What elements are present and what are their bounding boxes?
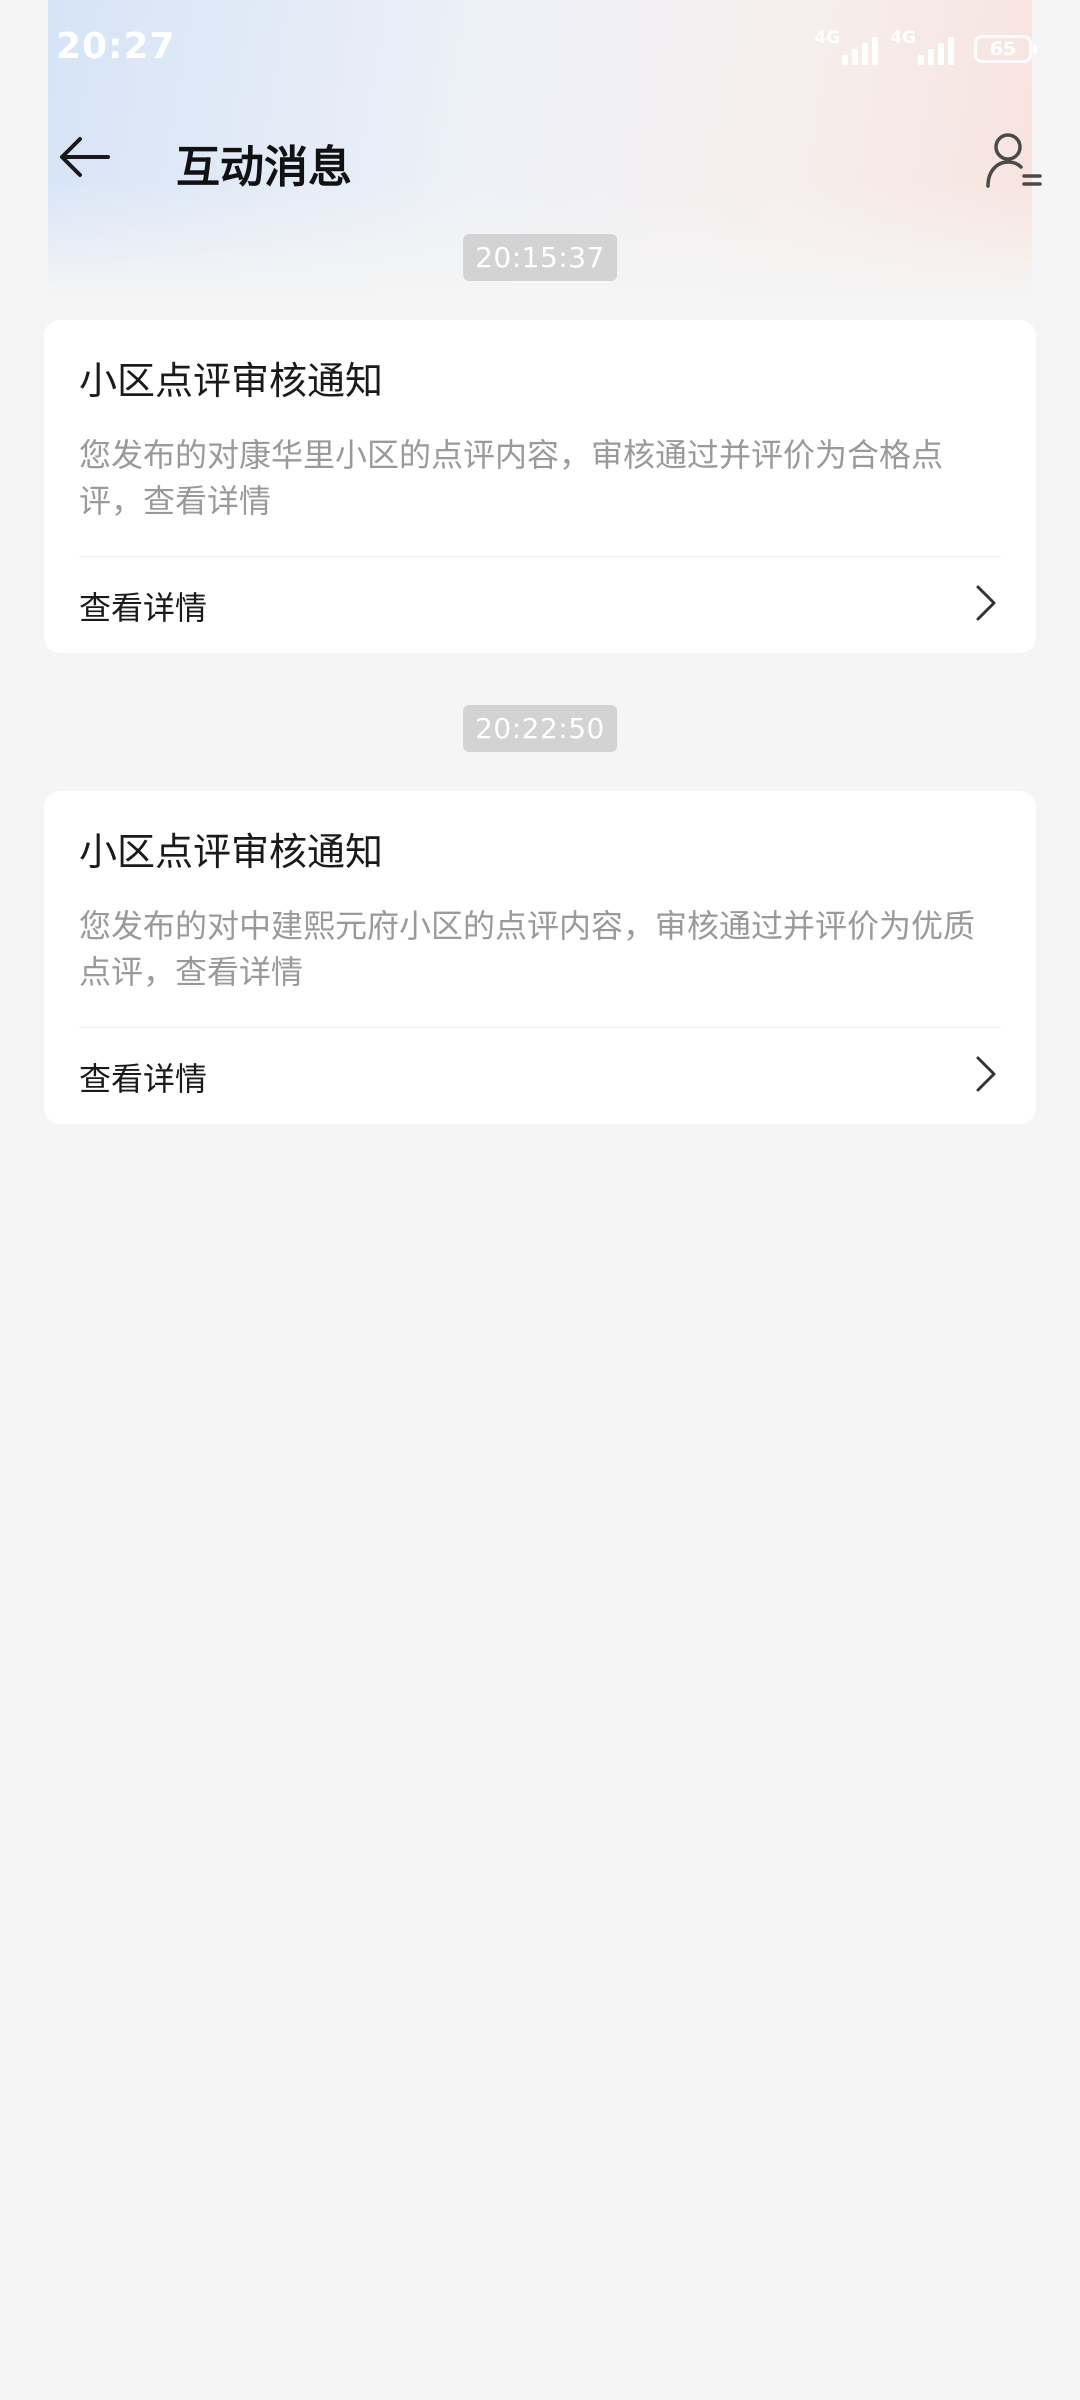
app-header: 互动消息	[0, 115, 1080, 205]
user-list-icon	[986, 133, 1042, 188]
message-timestamp: 20:15:37	[463, 234, 617, 281]
view-details-label: 查看详情	[79, 589, 208, 627]
signal-bars-icon	[842, 33, 879, 65]
message-body: 您发布的对中建熙元府小区的点评内容，审核通过并评价为优质点评，查看详情	[79, 907, 976, 991]
message-title: 小区点评审核通知	[79, 830, 384, 874]
status-time: 20:27	[56, 26, 176, 67]
message-body: 您发布的对康华里小区的点评内容，审核通过并评价为合格点评，查看详情	[79, 436, 944, 520]
message-card: 小区点评审核通知 您发布的对康华里小区的点评内容，审核通过并评价为合格点评，查看…	[44, 320, 1036, 653]
chevron-right-icon	[976, 1056, 996, 1092]
message-card: 小区点评审核通知 您发布的对中建熙元府小区的点评内容，审核通过并评价为优质点评，…	[44, 791, 1036, 1124]
user-list-button[interactable]	[982, 129, 1046, 193]
view-details-row[interactable]: 查看详情	[44, 1028, 1036, 1124]
status-indicators: 4G 4G 65	[814, 28, 1037, 65]
view-details-label: 查看详情	[79, 1060, 208, 1098]
signal-indicator-1: 4G	[814, 28, 879, 65]
network-type-label: 4G	[890, 28, 916, 48]
network-type-label: 4G	[814, 28, 841, 48]
signal-bars-icon	[918, 33, 954, 65]
view-details-row[interactable]: 查看详情	[44, 557, 1036, 653]
chevron-right-icon	[976, 585, 996, 621]
battery-level: 65	[989, 38, 1017, 60]
message-title: 小区点评审核通知	[79, 359, 384, 403]
back-button[interactable]	[52, 125, 116, 189]
page-title: 互动消息	[176, 142, 352, 193]
status-bar: 20:27 4G 4G 65	[0, 0, 1080, 100]
message-timestamp: 20:22:50	[463, 705, 617, 752]
back-arrow-icon	[60, 137, 110, 177]
signal-indicator-2: 4G	[890, 30, 954, 65]
battery-icon: 65	[974, 35, 1037, 63]
